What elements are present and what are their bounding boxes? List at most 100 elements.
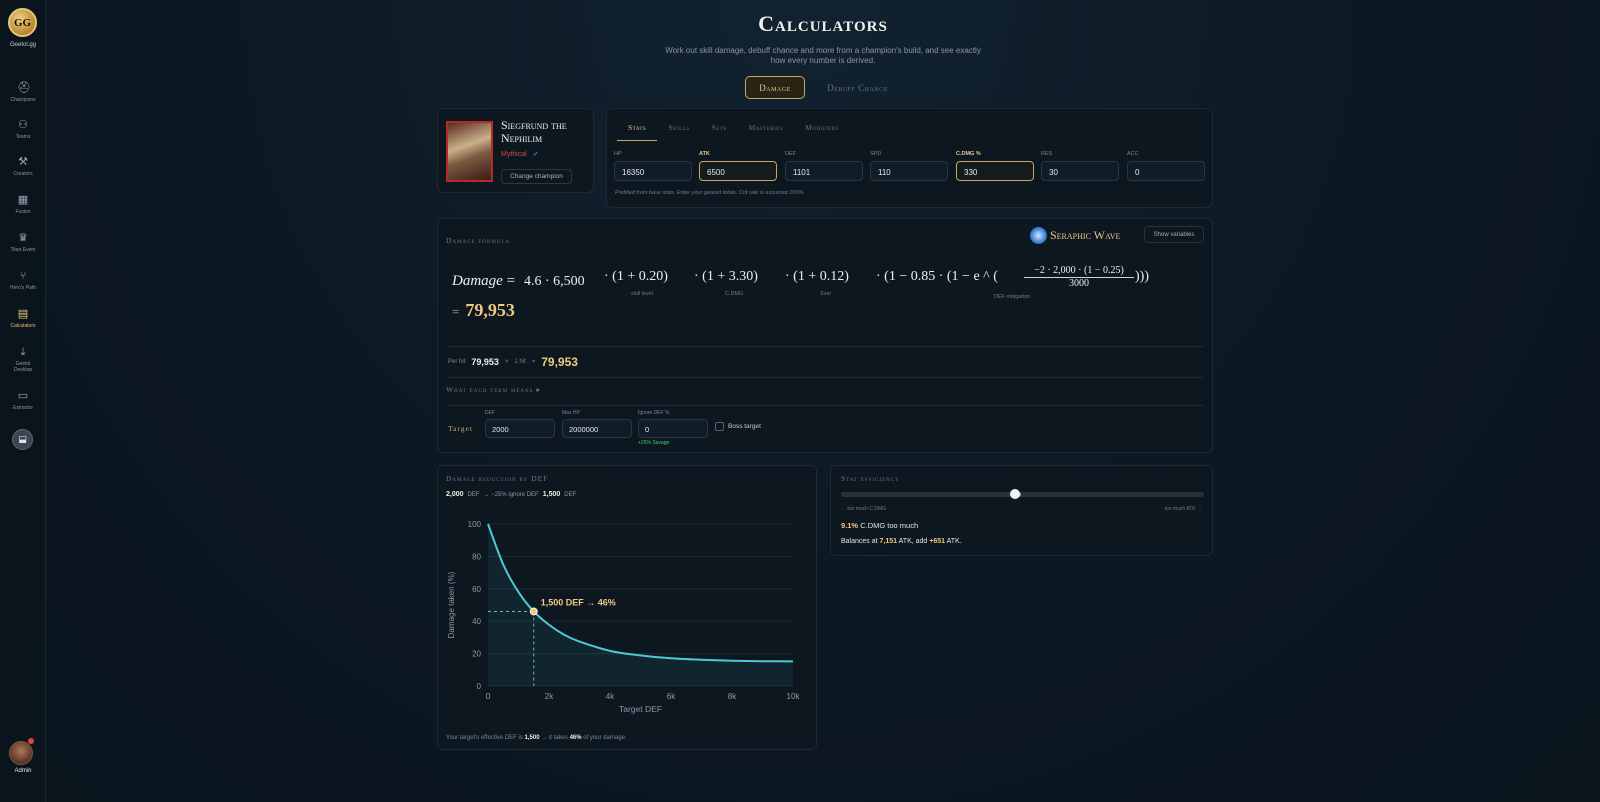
formula-def-mitigation: · (1 − 0.85 · (1 − e ^ (	[876, 269, 998, 284]
balance-add: +651	[929, 538, 946, 545]
y-tick-label: 40	[472, 617, 481, 626]
magic-affinity-icon: ♂	[532, 149, 539, 159]
cdmg-input[interactable]: 330	[956, 161, 1034, 181]
section-label: Stat efficiency	[841, 474, 900, 483]
boss-target-toggle[interactable]: Boss target	[715, 422, 761, 431]
sidebar-item-teams[interactable]: ⚇ Teams	[0, 119, 46, 140]
logo-icon[interactable]: GG	[8, 8, 37, 37]
term-label: C.DMG	[725, 291, 744, 297]
balance-text: Balances at	[841, 538, 878, 545]
formula-panel: Damage formula Seraphic Wave Show variab…	[437, 218, 1213, 453]
def-numerator: −2 · 2,000 · (1 − 0.25)	[1024, 265, 1134, 278]
sidebar-item-label: Fusion	[15, 209, 31, 215]
stat-hp: HP 16350	[614, 151, 692, 181]
formula-base: 4.6 · 6,500	[524, 274, 585, 289]
sidebar-item-creators[interactable]: ⚒ Creators	[0, 156, 46, 177]
term-label: DEF mitigation	[994, 294, 1031, 300]
to-def: 1,500	[542, 491, 561, 498]
equals-sign: =	[531, 359, 536, 365]
tab-skills[interactable]: Skills	[657, 123, 700, 141]
tab-debuff-chance[interactable]: Debuff Chance	[815, 76, 900, 99]
balance-text: ATK.	[946, 538, 962, 545]
def-denominator: 3000	[1069, 278, 1089, 289]
crown-icon: ♛	[18, 232, 28, 244]
champion-rarity: Mythical	[501, 151, 527, 158]
sidebar-item-champions[interactable]: ⛑ Champions	[0, 82, 46, 103]
hp-input[interactable]: 16350	[614, 161, 692, 181]
change-champion-button[interactable]: Change champion	[501, 169, 572, 184]
efficiency-result: 9.1% C.DMG too much	[841, 521, 918, 530]
stat-efficiency-panel: Stat efficiency ← too much C.DMG too muc…	[830, 465, 1213, 556]
sidebar-item-heros-path[interactable]: ⑂ Hero's Path	[0, 270, 46, 291]
efficiency-slider[interactable]	[841, 489, 1204, 499]
what-each-term-toggle[interactable]: What each term means ▸	[446, 385, 541, 394]
download-icon: ⤓	[20, 346, 26, 358]
stat-label: DEF	[785, 151, 796, 157]
def-prefix: (1 − 0.85 · (1 − e ^ (	[884, 269, 998, 284]
target-label: Target	[448, 424, 473, 433]
sidebar-item-label: Geetol Desktop	[13, 361, 33, 373]
target-def-input[interactable]: 2000	[485, 419, 555, 438]
sidebar-item-extractor[interactable]: ▭ Extractor	[0, 390, 46, 411]
x-tick-label: 0	[486, 692, 491, 701]
efficiency-pct: 9.1%	[841, 521, 859, 530]
stats-panel: Stats Skills Sets Masteries Modifiers HP…	[606, 108, 1213, 208]
stat-label: ATK	[699, 151, 710, 157]
damage-reduction-chart: 0 20 40 60 80 100 0 2k 4k 6k 8k 10k 1,500 DEF → 46% T…	[447, 520, 801, 714]
spd-input[interactable]: 110	[870, 161, 948, 181]
sidebar-item-geetol-desktop[interactable]: ⤓ Geetol Desktop	[0, 346, 46, 373]
stat-label: Max HP	[562, 410, 580, 416]
divider	[448, 377, 1204, 378]
tools-icon: ⚒	[18, 156, 28, 168]
stat-spd: SPD 110	[870, 151, 948, 181]
term-expr: (1 + 3.30)	[702, 269, 758, 284]
stat-cdmg: C.DMG % 330	[956, 151, 1034, 181]
calendar-icon: ▦	[17, 194, 29, 206]
stats-note: Prefilled from base stats. Enter your ge…	[615, 190, 805, 196]
stat-res: RES 30	[1041, 151, 1119, 181]
stat-acc: ACC 0	[1127, 151, 1205, 181]
chart-footer: Your target's effective DEF is 1,500 → i…	[446, 735, 627, 741]
stat-label: RES	[1041, 151, 1053, 157]
x-tick-label: 10k	[787, 692, 801, 701]
y-tick-label: 20	[472, 650, 481, 659]
tab-sets[interactable]: Sets	[701, 123, 738, 141]
res-input[interactable]: 30	[1041, 161, 1119, 181]
marker-label: 1,500 DEF → 46%	[541, 597, 616, 607]
x-axis-label: Target DEF	[619, 704, 662, 714]
boss-target-label: Boss target	[728, 423, 761, 430]
y-tick-label: 60	[472, 585, 481, 594]
def-input[interactable]: 1101	[785, 161, 863, 181]
acc-input[interactable]: 0	[1127, 161, 1205, 181]
equals-sign: =	[506, 273, 516, 289]
sidebar-item-fusion[interactable]: ▦ Fusion	[0, 194, 46, 215]
tab-stats[interactable]: Stats	[617, 123, 658, 141]
ignore-def-input[interactable]: 0	[638, 419, 708, 438]
show-variables-button[interactable]: Show variables	[1144, 226, 1204, 243]
balance-text: ATK, add	[898, 538, 928, 545]
def-fraction: −2 · 2,000 · (1 − 0.25) 3000	[1024, 265, 1134, 289]
helmet-icon: ⛑	[17, 82, 31, 94]
champion-portrait	[446, 121, 493, 182]
stats-tabs: Stats Skills Sets Masteries Modifiers	[617, 123, 850, 141]
slider-handle[interactable]	[1010, 489, 1021, 499]
from-def: 2,000	[446, 491, 464, 498]
admin-label: Admin	[14, 768, 32, 774]
sidebar-item-label: Titan Event	[10, 247, 36, 253]
avatar[interactable]	[9, 741, 33, 765]
term-expr: (1 + 0.12)	[793, 269, 849, 284]
sidebar-item-label: Calculators	[10, 323, 36, 329]
damage-result: = 79,953	[452, 300, 515, 321]
footer-text: of your damage.	[583, 735, 627, 741]
def-chart-panel: Damage reduction by DEF 2,000 DEF → −25% …	[437, 465, 817, 750]
atk-input[interactable]: 6500	[699, 161, 777, 181]
tab-damage[interactable]: Damage	[745, 76, 805, 99]
sidebar-item-titan-event[interactable]: ♛ Titan Event	[0, 232, 46, 253]
stat-label: ACC	[1127, 151, 1139, 157]
tab-masteries[interactable]: Masteries	[738, 123, 795, 141]
boss-target-checkbox[interactable]	[715, 422, 724, 431]
sidebar-item-calculators[interactable]: ▤ Calculators	[0, 308, 46, 329]
target-maxhp-input[interactable]: 2000000	[562, 419, 632, 438]
tab-modifiers[interactable]: Modifiers	[794, 123, 850, 141]
extension-icon[interactable]: ⬓	[12, 429, 33, 450]
